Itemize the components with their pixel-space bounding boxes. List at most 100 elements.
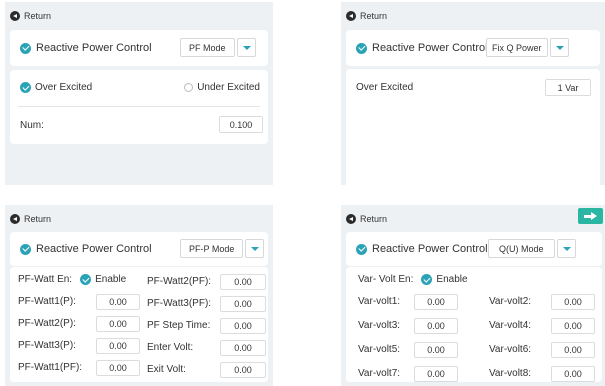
fix-q-settings-card: Over Excited 1 Var	[346, 69, 600, 185]
field-input[interactable]: 0.00	[96, 360, 140, 376]
check-icon	[20, 82, 31, 93]
return-label: Return	[360, 214, 388, 224]
under-excited-option[interactable]: Under Excited	[184, 82, 260, 93]
mode-dropdown[interactable]: PF Mode	[180, 38, 256, 57]
field-label: PF-Watt1(PF):	[18, 362, 83, 373]
field-input[interactable]: 0.00	[414, 342, 458, 358]
rpc-row: Reactive Power Control	[20, 42, 152, 54]
field-label: PF-Watt2(P):	[18, 318, 76, 329]
field-label: PF-Watt3(P):	[18, 340, 76, 351]
field-input[interactable]: 0.00	[220, 318, 266, 334]
pf-p-settings-card: PF-Watt En: Enable PF-Watt1(P): 0.00 PF-…	[10, 267, 268, 382]
field-input[interactable]: 0.00	[220, 274, 266, 290]
field-label: Exit Volt:	[147, 364, 186, 375]
arrow-right-icon[interactable]	[578, 208, 603, 224]
mode-dropdown[interactable]: Q(U) Mode	[488, 239, 576, 258]
var-volt-enable-row: Var- Volt En: Enable	[358, 274, 468, 285]
pf-watt-enable-value: Enable	[95, 274, 127, 285]
field-input[interactable]: 0.00	[551, 342, 595, 358]
pf-watt-enable-row: PF-Watt En: Enable	[18, 274, 126, 285]
field-label: PF Step Time:	[147, 320, 211, 331]
check-icon	[356, 42, 367, 54]
field-input[interactable]: 0.00	[551, 318, 595, 334]
field-label: PF-Watt2(PF):	[147, 276, 212, 287]
divider	[18, 106, 260, 107]
check-icon	[20, 243, 31, 255]
reactive-power-control-card: Reactive Power Control PF Mode	[10, 30, 268, 66]
check-icon[interactable]	[421, 274, 433, 285]
rpc-row: Reactive Power Control	[20, 243, 152, 255]
return-link[interactable]: Return	[346, 11, 387, 21]
reactive-power-control-card: Reactive Power Control Q(U) Mode	[346, 232, 602, 266]
field-label: PF-Watt3(PF):	[147, 298, 212, 309]
chevron-down-icon[interactable]	[236, 38, 256, 57]
field-input[interactable]: 0.00	[551, 366, 595, 382]
field-input[interactable]: 0.00	[414, 366, 458, 382]
mode-dropdown-value[interactable]: Fix Q Power	[486, 38, 548, 57]
mode-dropdown[interactable]: PF-P Mode	[180, 239, 265, 258]
field-input[interactable]: 0.00	[551, 294, 595, 310]
field-input[interactable]: 0.00	[414, 318, 458, 334]
mode-dropdown[interactable]: Fix Q Power	[486, 38, 569, 57]
field-input[interactable]: 0.00	[220, 362, 266, 378]
return-icon	[346, 214, 356, 224]
fix-q-power-panel: Return Reactive Power Control Fix Q Powe…	[341, 2, 605, 185]
return-label: Return	[360, 11, 388, 21]
return-icon	[10, 214, 20, 224]
pf-settings-card: Over Excited Under Excited Num: 0.100	[10, 70, 268, 144]
rpc-label: Reactive Power Control	[372, 243, 488, 255]
mode-dropdown-value[interactable]: Q(U) Mode	[488, 239, 555, 258]
qu-mode-panel: Return Reactive Power Control Q(U) Mode …	[341, 205, 605, 386]
mode-dropdown-value[interactable]: PF-P Mode	[180, 239, 244, 258]
check-icon	[356, 243, 367, 255]
rpc-label: Reactive Power Control	[372, 42, 488, 54]
under-excited-label: Under Excited	[197, 82, 260, 93]
num-input[interactable]: 0.100	[219, 116, 263, 133]
pf-p-mode-panel: Return Reactive Power Control PF-P Mode …	[5, 205, 273, 386]
radio-icon	[184, 83, 194, 92]
pf-mode-panel: Return Reactive Power Control PF Mode Ov…	[5, 2, 273, 185]
return-link[interactable]: Return	[346, 214, 387, 224]
field-input[interactable]: 0.00	[414, 294, 458, 310]
check-icon[interactable]	[80, 274, 92, 285]
qu-settings-card: Var- Volt En: Enable Var-volt1: 0.00 Var…	[346, 267, 602, 382]
chevron-down-icon[interactable]	[549, 38, 569, 57]
field-input[interactable]: 0.00	[96, 338, 140, 354]
return-link[interactable]: Return	[10, 11, 51, 21]
var-volt-enable-label: Var- Volt En:	[358, 274, 414, 285]
rpc-row: Reactive Power Control	[356, 42, 488, 54]
return-label: Return	[24, 214, 52, 224]
check-icon	[20, 42, 31, 54]
field-label: Var-volt6:	[489, 344, 532, 355]
rpc-label: Reactive Power Control	[36, 42, 152, 54]
var-volt-enable-value: Enable	[436, 274, 468, 285]
reactive-power-control-card: Reactive Power Control PF-P Mode	[10, 232, 268, 266]
field-input[interactable]: 0.00	[96, 294, 140, 310]
pf-watt-enable-label: PF-Watt En:	[18, 274, 73, 285]
return-label: Return	[24, 11, 52, 21]
field-input[interactable]: 0.00	[96, 316, 140, 332]
field-label: Var-volt3:	[358, 320, 401, 331]
field-label: Var-volt8:	[489, 368, 532, 379]
rpc-label: Reactive Power Control	[36, 243, 152, 255]
field-label: Enter Volt:	[147, 342, 194, 353]
rpc-row: Reactive Power Control	[356, 243, 488, 255]
mode-dropdown-value[interactable]: PF Mode	[180, 38, 235, 57]
field-label: Var-volt5:	[358, 344, 401, 355]
return-icon	[346, 11, 356, 21]
chevron-down-icon[interactable]	[556, 239, 576, 258]
field-label: Var-volt7:	[358, 368, 401, 379]
return-link[interactable]: Return	[10, 214, 51, 224]
over-excited-option[interactable]: Over Excited	[20, 82, 92, 93]
field-input[interactable]: 0.00	[220, 340, 266, 356]
field-label: Var-volt1:	[358, 296, 401, 307]
chevron-down-icon[interactable]	[245, 239, 265, 258]
field-label: PF-Watt1(P):	[18, 296, 76, 307]
reactive-power-control-card: Reactive Power Control Fix Q Power	[346, 30, 600, 66]
num-label: Num:	[20, 120, 44, 131]
over-excited-label: Over Excited	[356, 82, 414, 93]
field-label: Var-volt4:	[489, 320, 532, 331]
var-input[interactable]: 1 Var	[545, 79, 591, 96]
return-icon	[10, 11, 20, 21]
field-input[interactable]: 0.00	[220, 296, 266, 312]
